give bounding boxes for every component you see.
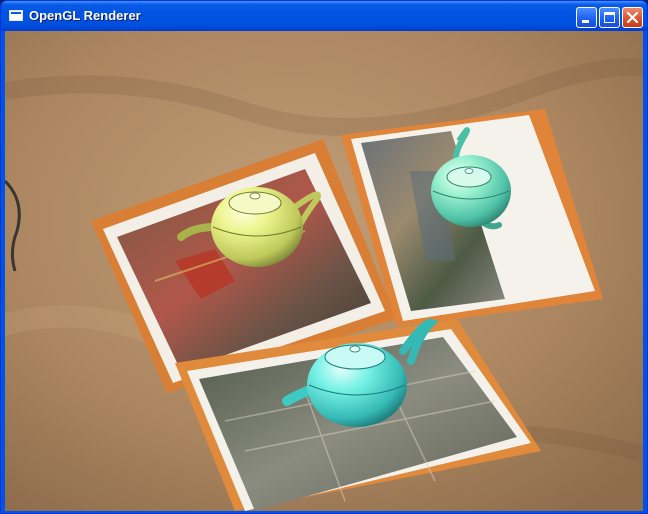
render-viewport[interactable] (5, 31, 643, 511)
app-window: OpenGL Renderer (0, 0, 648, 514)
close-button[interactable] (622, 7, 643, 28)
maximize-icon (604, 12, 615, 23)
close-icon (626, 11, 639, 24)
minimize-icon (582, 20, 589, 23)
opengl-scene (5, 31, 643, 511)
minimize-button[interactable] (576, 7, 597, 28)
window-title: OpenGL Renderer (29, 8, 141, 23)
maximize-button[interactable] (599, 7, 620, 28)
window-icon[interactable] (9, 10, 23, 21)
title-bar[interactable]: OpenGL Renderer (1, 1, 647, 31)
